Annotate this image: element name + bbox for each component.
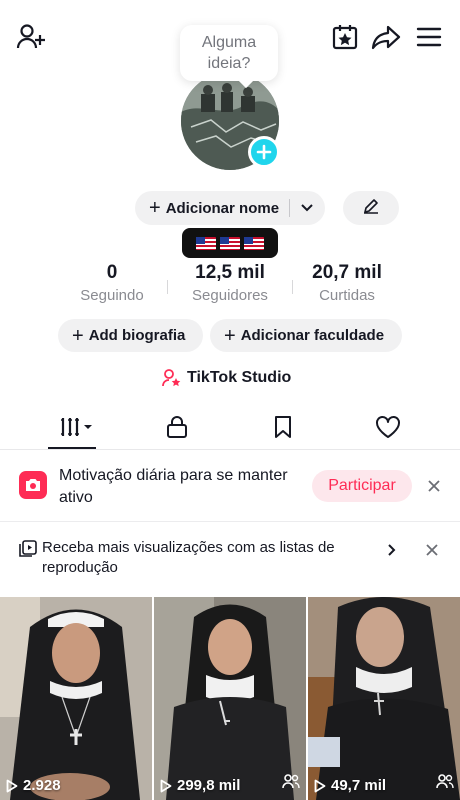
us-flag-icon — [220, 236, 240, 250]
followers-label: Seguidores — [192, 287, 268, 304]
add-friend-icon[interactable] — [14, 22, 48, 52]
video-thumbnail[interactable]: 49,7 mil — [308, 597, 460, 800]
flags-badge — [182, 228, 278, 258]
playlist-text: Receba mais visualizações com as listas … — [42, 539, 335, 576]
view-count-text: 49,7 mil — [331, 777, 387, 794]
tab-videos[interactable] — [38, 407, 118, 447]
likes-label: Curtidas — [319, 287, 375, 304]
playlist-banner[interactable]: Receba mais visualizações com as listas … — [0, 522, 460, 594]
challenge-text: Motivação diária para se manter ativo — [59, 467, 288, 506]
tab-private[interactable] — [137, 407, 217, 447]
idea-bubble-text: Alguma ideia? — [201, 34, 257, 72]
plus-icon: + — [224, 324, 236, 347]
chevron-down-icon[interactable] — [300, 200, 314, 217]
play-icon — [6, 779, 18, 792]
us-flag-icon — [244, 236, 264, 250]
join-button[interactable]: Participar — [312, 470, 412, 502]
close-icon[interactable] — [424, 476, 444, 496]
stat-likes[interactable]: 20,7 mil Curtidas — [298, 262, 396, 306]
following-count: 0 — [106, 262, 118, 283]
add-photo-button[interactable] — [248, 136, 280, 168]
likes-count: 20,7 mil — [312, 262, 382, 283]
play-icon — [160, 779, 172, 792]
stat-divider — [167, 280, 168, 294]
view-count-text: 299,8 mil — [177, 777, 241, 794]
following-label: Seguindo — [80, 287, 144, 304]
studio-icon — [162, 369, 181, 387]
divider — [289, 199, 291, 217]
idea-bubble[interactable]: Alguma ideia? — [180, 25, 278, 81]
add-college-button[interactable]: + Adicionar faculdade — [210, 319, 402, 352]
view-count: 299,8 mil — [160, 777, 240, 794]
grid-icon — [60, 418, 92, 436]
friends-icon — [282, 773, 300, 794]
tab-liked[interactable] — [348, 407, 428, 447]
add-name-label: Adicionar nome — [165, 199, 280, 217]
video-thumbnail-image — [154, 597, 306, 800]
share-icon[interactable] — [370, 22, 402, 52]
stat-followers[interactable]: 12,5 mil Seguidores — [180, 262, 280, 306]
video-thumbnail-image — [0, 597, 152, 800]
plus-icon: + — [149, 197, 161, 219]
play-icon — [314, 779, 326, 792]
calendar-star-icon[interactable] — [330, 22, 360, 52]
stat-following[interactable]: 0 Seguindo — [70, 262, 154, 306]
tabs-divider — [0, 449, 460, 450]
stat-divider — [292, 280, 293, 294]
heart-icon — [376, 416, 400, 438]
edit-profile-button[interactable] — [343, 191, 399, 225]
tab-saved[interactable] — [243, 407, 323, 447]
view-count: 49,7 mil — [314, 777, 386, 794]
pencil-icon — [362, 197, 380, 219]
close-icon[interactable] — [422, 540, 442, 560]
us-flag-icon — [196, 236, 216, 250]
lock-icon — [167, 416, 187, 438]
tiktok-studio-link[interactable]: TikTok Studio — [162, 367, 291, 389]
plus-icon: + — [72, 324, 84, 347]
add-name-button[interactable]: + Adicionar nome — [135, 191, 325, 225]
view-count-text: 2.928 — [23, 777, 61, 794]
add-college-label: Adicionar faculdade — [240, 327, 385, 344]
add-bio-button[interactable]: + Add biografia — [58, 319, 203, 352]
add-bio-label: Add biografia — [88, 327, 186, 344]
video-thumbnail-image — [308, 597, 460, 800]
challenge-banner[interactable]: Motivação diária para se manter ativo Pa… — [0, 451, 460, 521]
playlist-icon — [19, 540, 37, 557]
menu-icon[interactable] — [414, 22, 444, 52]
followers-count: 12,5 mil — [195, 262, 265, 283]
camera-icon — [19, 471, 47, 499]
video-thumbnail[interactable]: 299,8 mil — [154, 597, 306, 800]
chevron-right-icon[interactable] — [382, 540, 402, 560]
video-thumbnail[interactable]: 2.928 — [0, 597, 152, 800]
studio-label: TikTok Studio — [187, 369, 292, 386]
bookmark-icon — [275, 416, 291, 438]
view-count: 2.928 — [6, 777, 61, 794]
friends-icon — [436, 773, 454, 794]
